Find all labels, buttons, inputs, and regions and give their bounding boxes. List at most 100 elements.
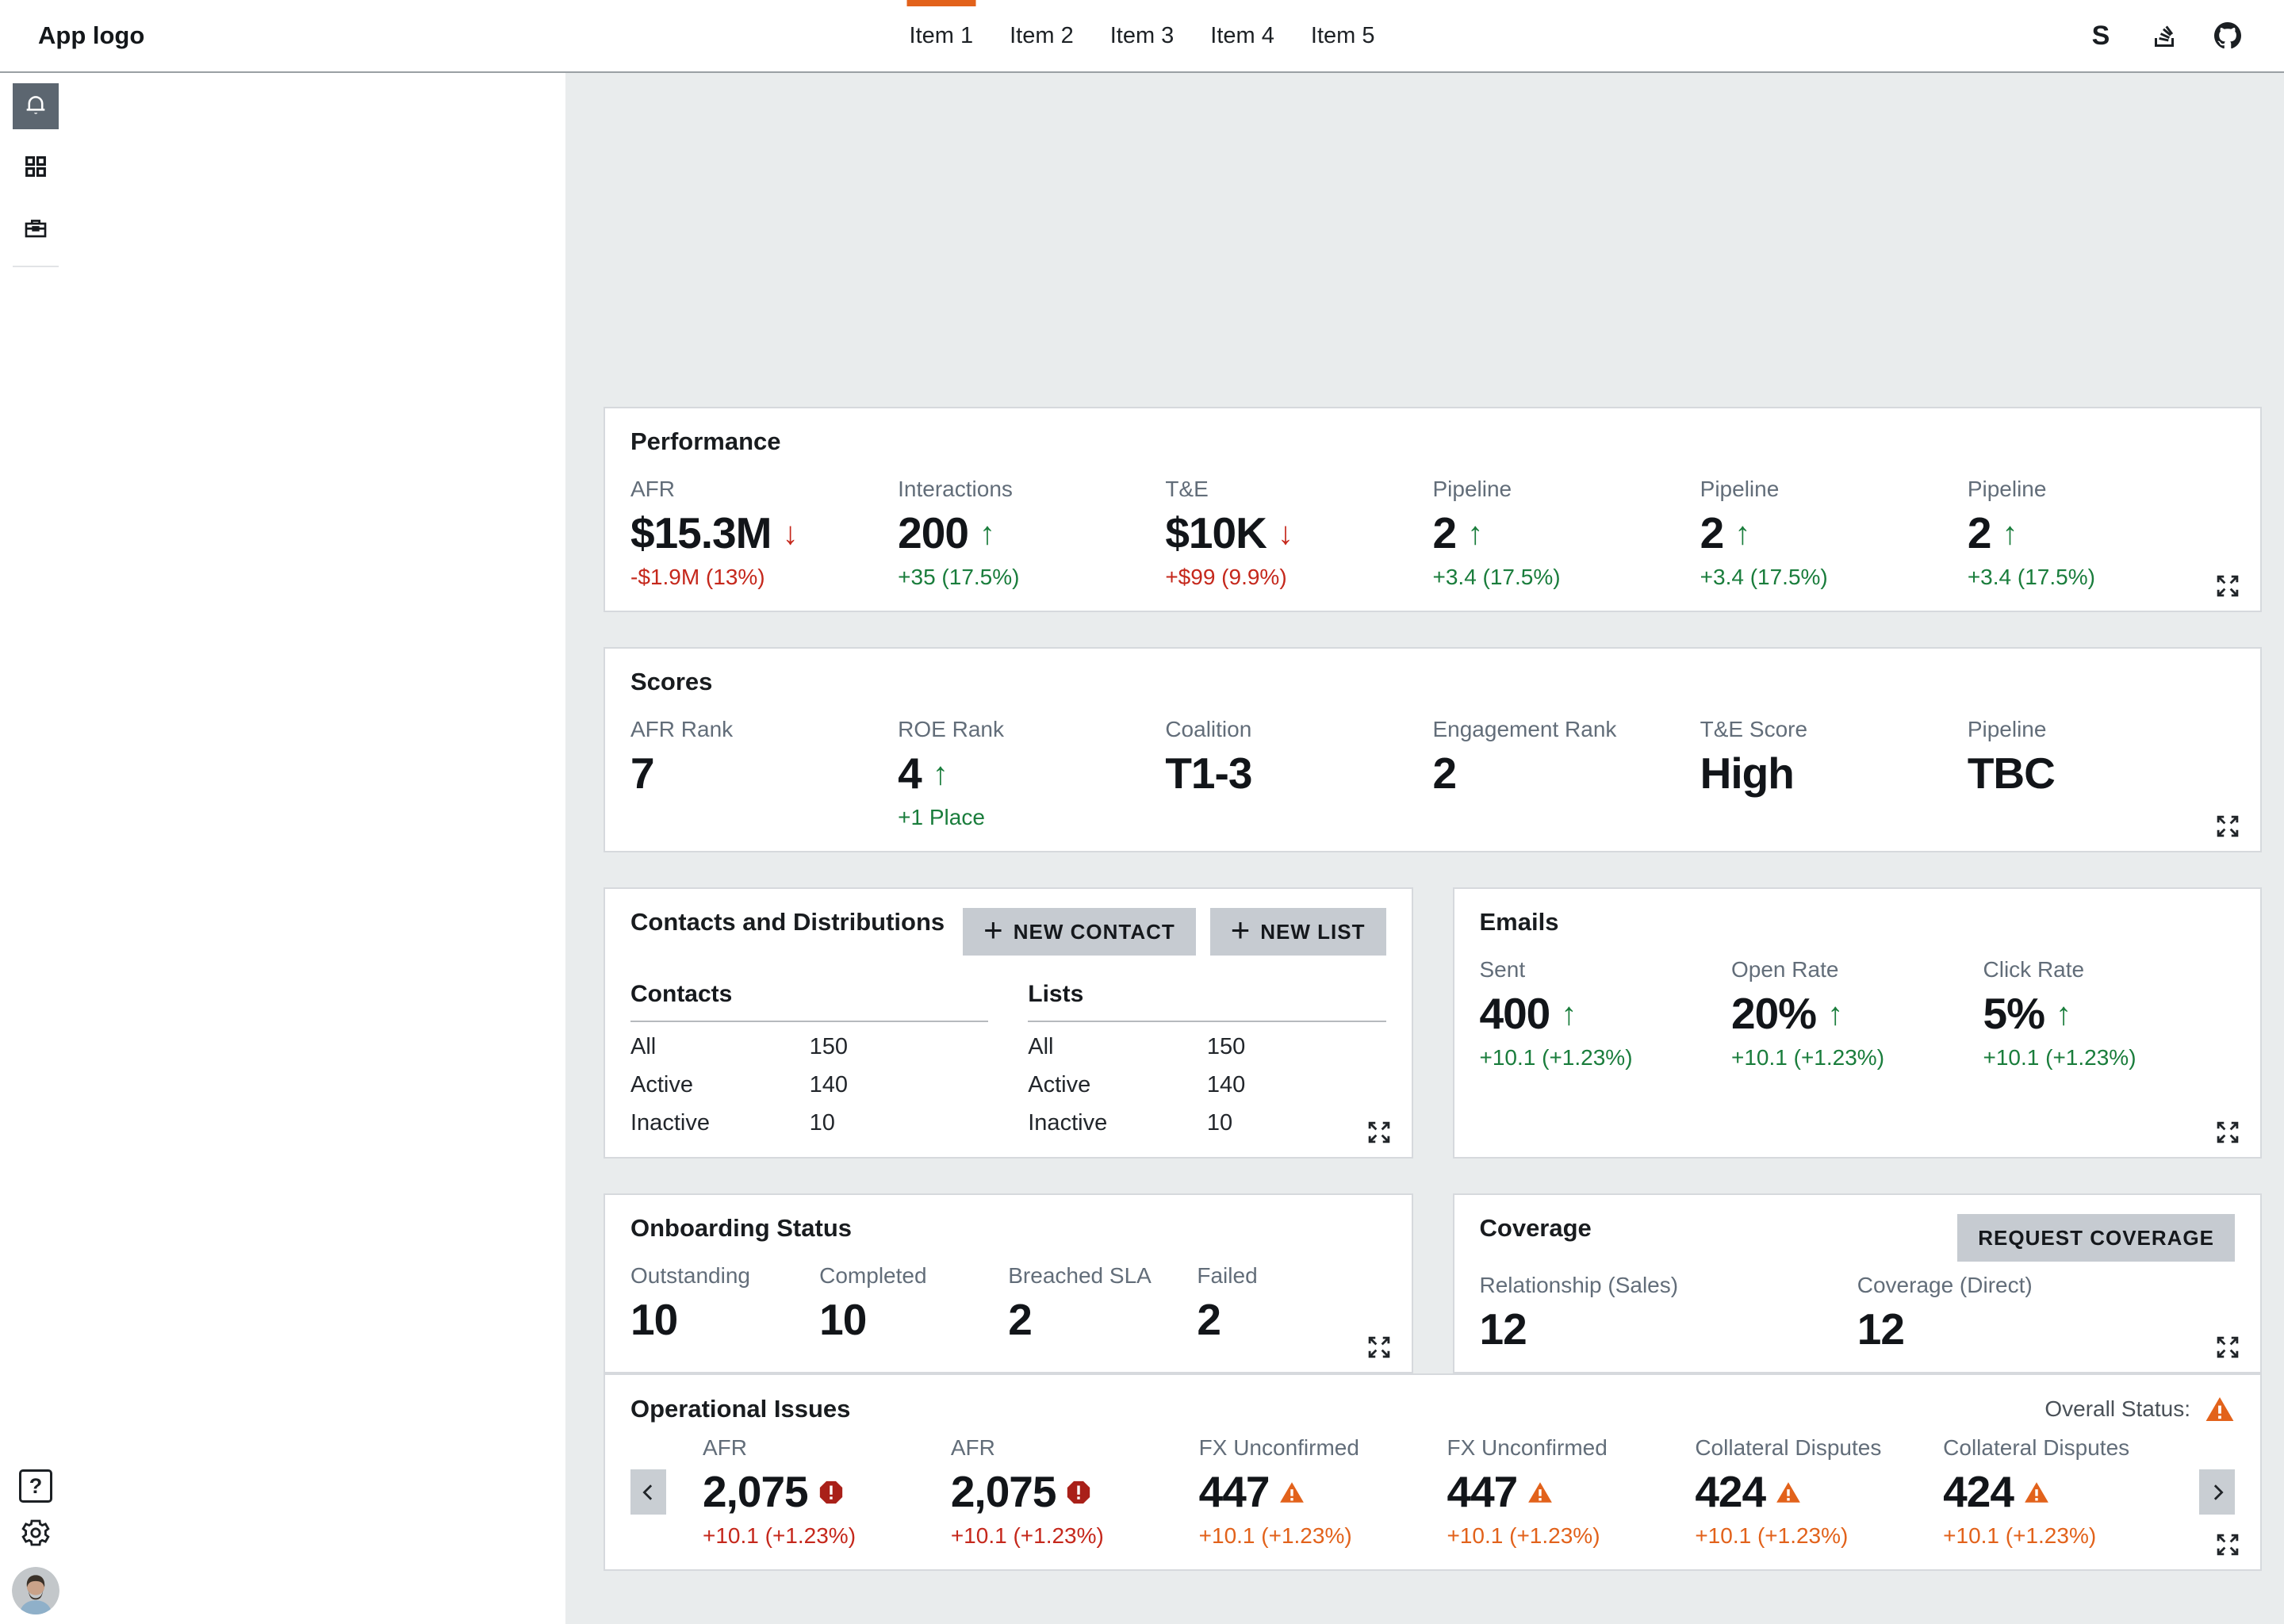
scores-metrics: AFR Rank 7 ROE Rank 4 ↑ +1 Place Coaliti… (630, 717, 2235, 830)
metric-pipeline-2: Pipeline 2 ↑ +3.4 (17.5%) (1700, 477, 1968, 590)
expand-icon[interactable] (2213, 1117, 2243, 1147)
row-onboarding-coverage: Onboarding Status Outstanding 10 Complet… (604, 1193, 2262, 1373)
arrow-up-icon: ↑ (1561, 998, 1577, 1030)
metric-outstanding: Outstanding 10 (630, 1263, 819, 1342)
card-title: Contacts and Distributions (630, 908, 945, 936)
metric-engagement-rank: Engagement Rank 2 (1432, 717, 1700, 830)
warning-triangle-icon (1278, 1479, 1305, 1506)
table-row: Inactive 10 (1028, 1110, 1385, 1136)
warning-triangle-icon (2023, 1479, 2050, 1506)
help-icon[interactable]: ? (19, 1469, 52, 1503)
overall-status: Overall Status: (2044, 1394, 2235, 1424)
metric-fx-unconfirmed-1: FX Unconfirmed 447 +10.1 (+1.23%) (1199, 1435, 1447, 1549)
nav-item-2[interactable]: Item 2 (991, 0, 1092, 71)
nav-item-1[interactable]: Item 1 (891, 0, 992, 71)
emails-metrics: Sent 400 ↑ +10.1 (+1.23%) Open Rate 20% … (1480, 957, 2236, 1071)
metric-interactions: Interactions 200 ↑ +35 (17.5%) (898, 477, 1165, 590)
icon-rail: ? (0, 73, 71, 1624)
metric-fx-unconfirmed-2: FX Unconfirmed 447 +10.1 (+1.23%) (1447, 1435, 1696, 1549)
table-row: Inactive 10 (630, 1110, 988, 1136)
nav-item-3[interactable]: Item 3 (1092, 0, 1193, 71)
expand-icon[interactable] (2213, 811, 2243, 841)
metric-coalition: Coalition T1-3 (1165, 717, 1432, 830)
metric-relationship-sales: Relationship (Sales) 12 (1480, 1273, 1857, 1351)
metric-click-rate: Click Rate 5% ↑ +10.1 (+1.23%) (1983, 957, 2236, 1071)
metric-pipeline-3: Pipeline 2 ↑ +3.4 (17.5%) (1968, 477, 2235, 590)
briefcase-icon (23, 216, 48, 245)
carousel-prev-button[interactable] (630, 1469, 666, 1515)
metric-te: T&E $10K ↓ +$99 (9.9%) (1165, 477, 1432, 590)
scores-card: Scores AFR Rank 7 ROE Rank 4 ↑ +1 Place … (604, 647, 2262, 852)
metric-open-rate: Open Rate 20% ↑ +10.1 (+1.23%) (1731, 957, 1983, 1071)
nav-item-4[interactable]: Item 4 (1192, 0, 1293, 71)
sidebar: ? (0, 73, 565, 1624)
metric-afr-rank: AFR Rank 7 (630, 717, 898, 830)
arrow-down-icon: ↓ (782, 518, 798, 550)
app-logo[interactable]: App logo (38, 0, 144, 71)
arrow-up-icon: ↑ (2002, 518, 2018, 550)
sidebar-item-notifications[interactable] (13, 83, 59, 129)
onboarding-metrics: Outstanding 10 Completed 10 Breached SLA… (630, 1263, 1386, 1342)
arrow-up-icon: ↑ (2056, 998, 2071, 1030)
expand-icon[interactable] (1364, 1332, 1394, 1362)
operational-issues-card: Operational Issues Overall Status: (604, 1373, 2262, 1571)
carousel-next-button[interactable] (2199, 1469, 2235, 1515)
performance-card: Performance AFR $15.3M ↓ -$1.9M (13%) In… (604, 407, 2262, 612)
new-contact-button[interactable]: + NEW CONTACT (963, 908, 1196, 956)
arrow-up-icon: ↑ (1734, 518, 1750, 550)
sidebar-item-toolbox[interactable] (13, 207, 59, 253)
rail-bottom: ? (0, 1469, 71, 1614)
contacts-card: Contacts and Distributions + NEW CONTACT… (604, 887, 1413, 1159)
coverage-metrics: Relationship (Sales) 12 Coverage (Direct… (1480, 1273, 2236, 1351)
metric-te-score: T&E Score High (1700, 717, 1968, 830)
metric-failed: Failed 2 (1197, 1263, 1385, 1342)
arrow-up-icon: ↑ (933, 758, 948, 790)
warning-triangle-icon (2205, 1394, 2235, 1424)
table-row: Active 140 (1028, 1072, 1385, 1098)
onboarding-card: Onboarding Status Outstanding 10 Complet… (604, 1193, 1413, 1373)
nav-item-5[interactable]: Item 5 (1293, 0, 1393, 71)
new-list-button[interactable]: + NEW LIST (1210, 908, 1386, 956)
metric-afr-issues-1: AFR 2,075 +10.1 (+1.23%) (703, 1435, 951, 1549)
card-title: Operational Issues (630, 1395, 850, 1423)
metric-afr-issues-2: AFR 2,075 +10.1 (+1.23%) (951, 1435, 1199, 1549)
card-title: Coverage (1480, 1214, 1592, 1243)
settings-icon[interactable] (20, 1517, 52, 1553)
row-contacts-emails: Contacts and Distributions + NEW CONTACT… (604, 887, 2262, 1159)
card-title: Onboarding Status (630, 1214, 1386, 1243)
metric-collateral-disputes-1: Collateral Disputes 424 +10.1 (+1.23%) (1695, 1435, 1943, 1549)
expand-icon[interactable] (2213, 1530, 2243, 1560)
lists-table: Lists All 150 Active 140 Inactive 10 (1028, 981, 1385, 1136)
main-nav: Item 1 Item 2 Item 3 Item 4 Item 5 (891, 0, 1393, 71)
bell-icon (22, 91, 49, 122)
user-avatar[interactable] (12, 1567, 59, 1614)
critical-octagon-icon (1065, 1479, 1092, 1506)
card-title: Scores (630, 668, 2235, 696)
metric-coverage-direct: Coverage (Direct) 12 (1857, 1273, 2235, 1351)
table-row: Active 140 (630, 1072, 988, 1098)
storybook-icon[interactable]: S (2087, 22, 2114, 49)
rail-divider (13, 266, 59, 267)
card-title: Emails (1480, 908, 2236, 936)
expand-icon[interactable] (2213, 571, 2243, 601)
nav-right-icons: S (2087, 0, 2241, 71)
request-coverage-button[interactable]: REQUEST COVERAGE (1957, 1214, 2235, 1262)
metric-collateral-disputes-2: Collateral Disputes 424 +10.1 (+1.23%) (1943, 1435, 2191, 1549)
stackoverflow-icon[interactable] (2151, 22, 2178, 49)
operational-metrics: AFR 2,075 +10.1 (+1.23%) AFR 2,075 (703, 1435, 2191, 1549)
metric-afr: AFR $15.3M ↓ -$1.9M (13%) (630, 477, 898, 590)
metric-pipeline-1: Pipeline 2 ↑ +3.4 (17.5%) (1432, 477, 1700, 590)
dashboard-content: Performance AFR $15.3M ↓ -$1.9M (13%) In… (565, 73, 2284, 1624)
emails-card: Emails Sent 400 ↑ +10.1 (+1.23%) Open Ra… (1453, 887, 2263, 1159)
card-title: Performance (630, 427, 2235, 456)
metric-completed: Completed 10 (819, 1263, 1008, 1342)
expand-icon[interactable] (1364, 1117, 1394, 1147)
table-row: All 150 (1028, 1034, 1385, 1060)
arrow-down-icon: ↓ (1278, 518, 1293, 550)
github-icon[interactable] (2214, 22, 2241, 49)
arrow-up-icon: ↑ (1467, 518, 1483, 550)
sidebar-item-apps[interactable] (13, 145, 59, 191)
expand-icon[interactable] (2213, 1332, 2243, 1362)
metric-pipeline-score: Pipeline TBC (1968, 717, 2235, 830)
arrow-up-icon: ↑ (979, 518, 995, 550)
